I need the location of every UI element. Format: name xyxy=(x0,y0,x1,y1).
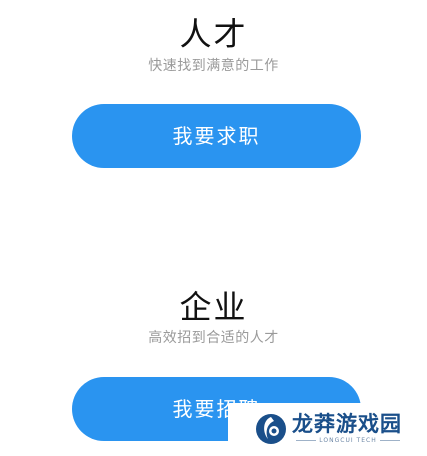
watermark-brand-text: 龙莽游戏园 xyxy=(292,412,402,436)
watermark-logo-icon xyxy=(256,414,286,444)
watermark-brand-subtext: LONGCUI TECH xyxy=(290,437,406,445)
company-section-subtitle: 高效招到合适的人才 xyxy=(148,330,279,346)
talent-section-title: 人才 xyxy=(179,15,248,53)
company-section-title: 企业 xyxy=(179,288,248,326)
job-seeker-button[interactable]: 我要求职 xyxy=(72,104,361,168)
talent-section-subtitle: 快速找到满意的工作 xyxy=(148,58,279,74)
watermark: 龙莽游戏园 LONGCUI TECH xyxy=(228,403,427,456)
